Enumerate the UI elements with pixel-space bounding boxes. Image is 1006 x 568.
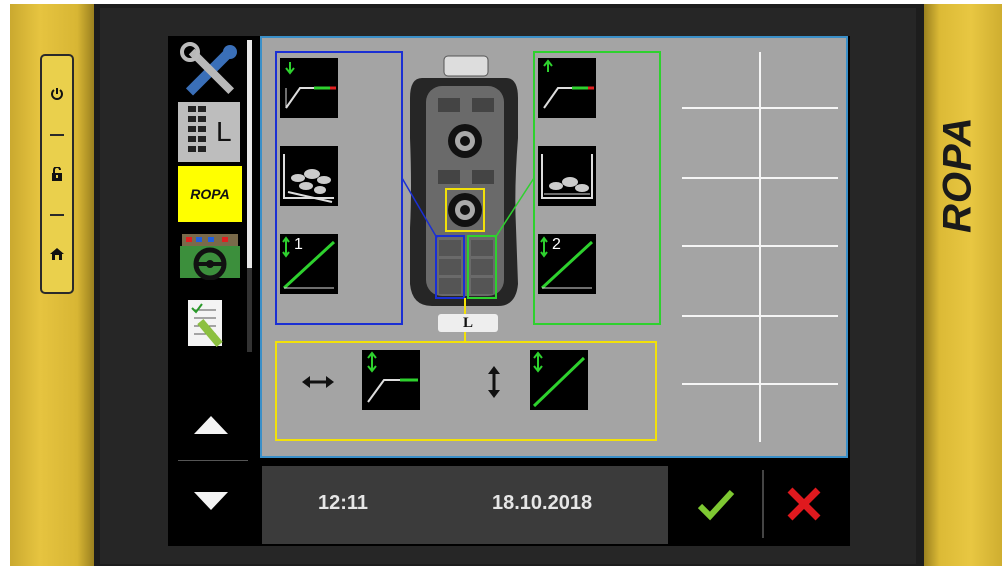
lower-position-button[interactable] — [280, 58, 338, 118]
cancel-icon — [787, 487, 821, 521]
beet-pile-icon — [283, 154, 334, 203]
ramp-2-button[interactable]: 2 — [538, 234, 596, 294]
home-button[interactable] — [42, 234, 72, 274]
horizontal-arrow-icon — [302, 376, 334, 388]
status-date: 18.10.2018 — [492, 492, 593, 514]
action-area — [670, 466, 850, 544]
cancel-button[interactable] — [782, 482, 826, 526]
unlock-button[interactable] — [42, 154, 72, 194]
power-button[interactable] — [42, 74, 72, 114]
ramp-1-button[interactable]: 1 — [280, 234, 338, 294]
joystick-label: L — [462, 314, 473, 331]
ramp-icon — [282, 236, 336, 290]
lower-curve-icon — [285, 62, 336, 109]
check-icon — [697, 489, 735, 521]
hardware-button-panel — [40, 54, 74, 294]
ramp-icon-2 — [540, 236, 594, 290]
ropa-logo-tab: ROPA — [190, 186, 230, 202]
steering-wheel-icon — [180, 234, 240, 281]
cleaning-beet-button[interactable] — [280, 146, 338, 206]
scroll-up-button[interactable] — [194, 416, 228, 434]
beet-pile-button[interactable] — [538, 146, 596, 206]
raise-lower-curve-icon — [367, 351, 418, 403]
empty-slot-grid — [682, 52, 838, 442]
tools-icon — [180, 42, 237, 96]
sidebar-item-checklist[interactable] — [178, 298, 242, 360]
vertical-arrow-icon — [488, 366, 500, 398]
ramp-1-number: 1 — [294, 236, 303, 253]
checklist-icon — [188, 300, 223, 348]
brand-logo: ROPA — [935, 116, 980, 234]
raise-position-button[interactable] — [538, 58, 596, 118]
ramp-2-number: 2 — [552, 236, 561, 253]
sidebar-scrollbar-thumb[interactable] — [247, 40, 252, 268]
main-panel: 1 2 L — [260, 36, 848, 458]
horizontal-assignment-button[interactable] — [362, 350, 420, 410]
sidebar-divider — [178, 460, 248, 461]
home-icon — [50, 248, 64, 260]
sidebar-item-ropa[interactable]: ROPA — [178, 166, 242, 222]
vertical-assignment-button[interactable] — [530, 350, 588, 410]
sidebar: L ROPA — [170, 36, 258, 460]
power-icon — [51, 88, 63, 100]
unlock-icon — [52, 167, 62, 181]
confirm-button[interactable] — [694, 484, 738, 524]
status-time: 12:11 — [318, 492, 369, 514]
scroll-down-button[interactable] — [194, 492, 228, 510]
raise-curve-icon — [543, 59, 594, 109]
joystick-illustration — [410, 55, 518, 342]
beet-pile-icon-2 — [541, 154, 593, 199]
joystick-layout-label: L — [216, 116, 232, 147]
sidebar-item-tools[interactable] — [178, 42, 242, 104]
action-divider — [762, 470, 764, 538]
sidebar-item-joystick-layout[interactable]: L — [178, 102, 240, 162]
sidebar-item-steering[interactable] — [178, 232, 242, 294]
raise-lower-ramp-icon — [532, 351, 586, 408]
